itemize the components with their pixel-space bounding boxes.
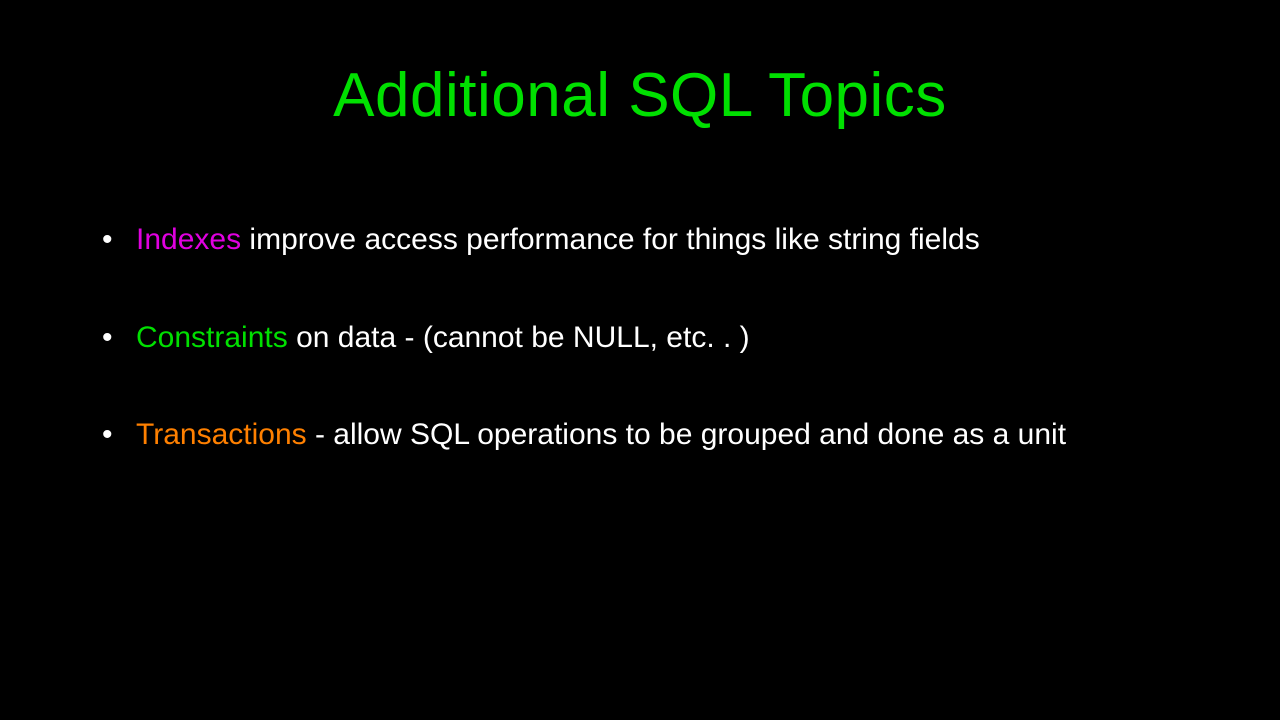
bullet-text: on data - (cannot be NULL, etc. . ) — [288, 321, 750, 354]
slide: Additional SQL Topics Indexes improve ac… — [0, 0, 1280, 720]
keyword-constraints: Constraints — [136, 321, 288, 354]
bullet-text: - allow SQL operations to be grouped and… — [307, 418, 1066, 451]
slide-title: Additional SQL Topics — [90, 60, 1190, 131]
list-item: Indexes improve access performance for t… — [90, 221, 1190, 259]
bullet-text: improve access performance for things li… — [241, 223, 980, 256]
list-item: Transactions - allow SQL operations to b… — [90, 416, 1190, 454]
bullet-list: Indexes improve access performance for t… — [90, 221, 1190, 454]
list-item: Constraints on data - (cannot be NULL, e… — [90, 319, 1190, 357]
keyword-indexes: Indexes — [136, 223, 241, 256]
keyword-transactions: Transactions — [136, 418, 307, 451]
